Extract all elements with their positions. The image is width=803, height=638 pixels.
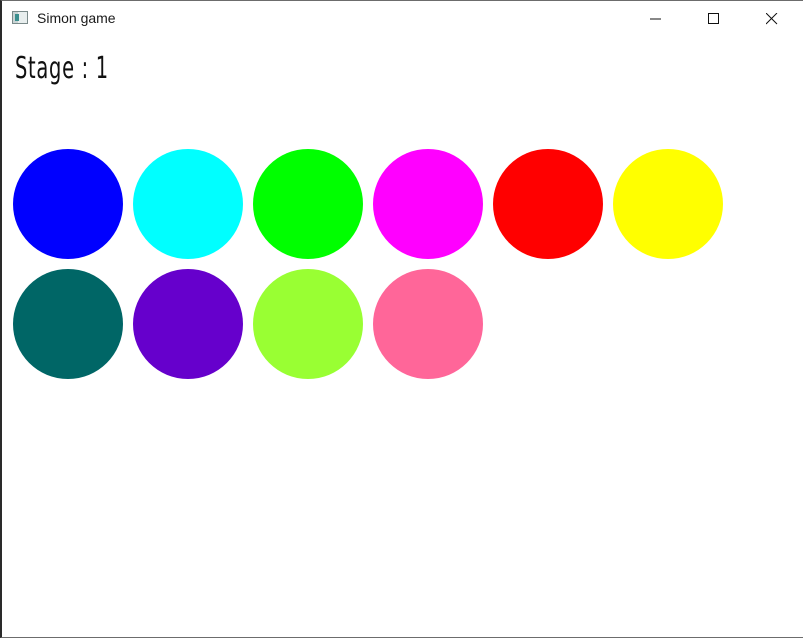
circle-pink[interactable] bbox=[373, 269, 483, 379]
circle-yellow[interactable] bbox=[613, 149, 723, 259]
circle-cyan[interactable] bbox=[133, 149, 243, 259]
circle-teal[interactable] bbox=[13, 269, 123, 379]
window-title: Simon game bbox=[37, 10, 116, 26]
minimize-icon bbox=[650, 18, 661, 20]
app-window: Simon game Stage : 1 bbox=[0, 0, 803, 638]
circle-magenta[interactable] bbox=[373, 149, 483, 259]
circle-green[interactable] bbox=[253, 149, 363, 259]
circle-lime[interactable] bbox=[253, 269, 363, 379]
app-icon bbox=[12, 11, 28, 24]
circle-purple[interactable] bbox=[133, 269, 243, 379]
close-button[interactable] bbox=[744, 1, 802, 37]
maximize-icon bbox=[708, 13, 719, 24]
maximize-button[interactable] bbox=[686, 1, 744, 37]
title-bar[interactable]: Simon game bbox=[2, 1, 803, 37]
minimize-button[interactable] bbox=[628, 1, 686, 37]
stage-label: Stage : 1 bbox=[15, 51, 109, 86]
circle-red[interactable] bbox=[493, 149, 603, 259]
circle-blue[interactable] bbox=[13, 149, 123, 259]
close-icon bbox=[766, 13, 778, 25]
